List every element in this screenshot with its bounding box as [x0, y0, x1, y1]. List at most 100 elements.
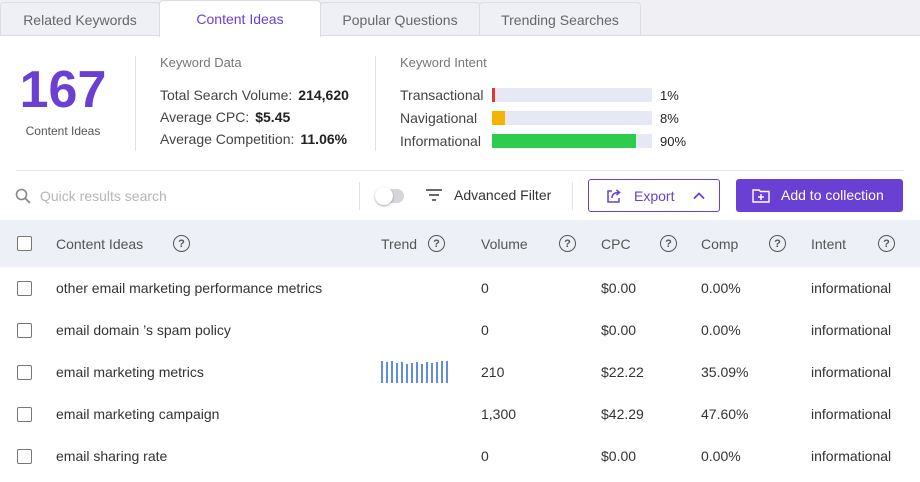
content-panel: 167 Content Ideas Keyword Data Total Sea… [0, 35, 920, 482]
trend-sparkline [381, 361, 448, 383]
intent-transactional-pct: 1% [660, 88, 679, 103]
divider [375, 56, 376, 151]
cpc-cell: $0.00 [601, 448, 637, 464]
tab-related-keywords[interactable]: Related Keywords [0, 2, 160, 36]
help-circle-icon[interactable]: ? [878, 235, 895, 252]
table-row[interactable]: email marketing metrics 210 $22.22 35.09… [0, 351, 920, 393]
intent-navigational-fill [492, 111, 505, 125]
row-checkbox[interactable] [17, 323, 32, 338]
help-circle-icon[interactable]: ? [559, 235, 576, 252]
kd-label: Total Search Volume: [160, 87, 293, 103]
column-comp[interactable]: Comp [701, 220, 738, 267]
divider [135, 56, 136, 151]
tab-trending-searches[interactable]: Trending Searches [479, 2, 641, 36]
cpc-cell: $22.22 [601, 364, 644, 380]
comp-cell: 0.00% [701, 280, 741, 296]
add-to-collection-button[interactable]: Add to collection [736, 179, 903, 212]
column-volume[interactable]: Volume [481, 220, 528, 267]
share-icon [607, 189, 621, 203]
intent-navigational-pct: 8% [660, 111, 679, 126]
content-ideas-count: 167 [19, 61, 107, 119]
toggle-knob [375, 187, 393, 205]
volume-cell: 0 [481, 280, 489, 296]
filter-icon[interactable] [426, 188, 442, 202]
divider [16, 170, 904, 171]
kd-value: 11.06% [300, 131, 348, 147]
intent-cell: informational [811, 364, 892, 380]
cpc-cell: $0.00 [601, 280, 637, 296]
help-circle-icon[interactable]: ? [173, 235, 190, 252]
intent-informational-pct: 90% [660, 134, 687, 149]
table-header: Content Ideas ? Trend ? Volume ? CPC ? C… [0, 220, 920, 267]
quick-search-input[interactable] [40, 182, 340, 210]
column-content-ideas[interactable]: Content Ideas [56, 220, 143, 267]
content-idea-cell[interactable]: email marketing campaign [56, 393, 219, 435]
tab-popular-questions[interactable]: Popular Questions [320, 2, 480, 36]
kd-label: Average Competition: [160, 131, 295, 147]
table-row[interactable]: email marketing campaign 1,300 $42.29 47… [0, 393, 920, 435]
comp-cell: 35.09% [701, 364, 749, 380]
row-checkbox[interactable] [17, 449, 32, 464]
volume-cell: 0 [481, 448, 489, 464]
help-circle-icon[interactable]: ? [660, 235, 677, 252]
intent-cell: informational [811, 280, 892, 296]
trend-bars [381, 361, 448, 383]
intent-navigational-label: Navigational [400, 110, 478, 126]
content-idea-cell[interactable]: email domain ’s spam policy [56, 309, 231, 351]
total-search-volume: Total Search Volume: 214,620 [160, 87, 349, 103]
export-button[interactable]: Export [588, 179, 720, 212]
export-label: Export [634, 188, 675, 204]
intent-transactional-bar [492, 88, 652, 102]
intent-cell: informational [811, 448, 892, 464]
intent-informational-label: Informational [400, 133, 481, 149]
tab-content-ideas[interactable]: Content Ideas [159, 0, 321, 37]
divider [572, 182, 573, 210]
chevron-up-icon [693, 192, 705, 200]
table-row[interactable]: email sharing rate 0 $0.00 0.00% informa… [0, 435, 920, 477]
keyword-data-title: Keyword Data [160, 55, 242, 70]
kd-value: 214,620 [298, 87, 349, 103]
comp-cell: 47.60% [701, 406, 749, 422]
table-row[interactable]: email domain ’s spam policy 0 $0.00 0.00… [0, 309, 920, 351]
column-intent[interactable]: Intent [811, 220, 846, 267]
intent-informational-fill [492, 134, 636, 148]
content-idea-cell[interactable]: email sharing rate [56, 435, 167, 477]
kd-label: Average CPC: [160, 109, 250, 125]
intent-transactional-fill [492, 88, 495, 102]
intent-informational-bar [492, 134, 652, 148]
comp-cell: 0.00% [701, 322, 741, 338]
row-checkbox[interactable] [17, 407, 32, 422]
content-idea-cell[interactable]: other email marketing performance metric… [56, 267, 322, 309]
intent-navigational-bar [492, 111, 652, 125]
help-circle-icon[interactable]: ? [428, 235, 445, 252]
help-circle-icon[interactable]: ? [769, 235, 786, 252]
intent-cell: informational [811, 322, 892, 338]
content-idea-cell[interactable]: email marketing metrics [56, 351, 204, 393]
average-competition: Average Competition: 11.06% [160, 131, 347, 147]
select-all-checkbox[interactable] [17, 236, 32, 251]
tab-bar: Related Keywords Content Ideas Popular Q… [0, 0, 920, 37]
content-ideas-count-label: Content Ideas [25, 124, 101, 138]
column-trend[interactable]: Trend [381, 220, 417, 267]
keyword-intent-title: Keyword Intent [400, 55, 487, 70]
cpc-cell: $42.29 [601, 406, 644, 422]
volume-cell: 1,300 [481, 406, 517, 422]
cpc-cell: $0.00 [601, 322, 637, 338]
volume-cell: 0 [481, 322, 489, 338]
intent-transactional-label: Transactional [400, 87, 484, 103]
volume-cell: 210 [481, 364, 505, 380]
row-checkbox[interactable] [17, 365, 32, 380]
intent-cell: informational [811, 406, 892, 422]
advanced-filter-button[interactable]: Advanced Filter [454, 187, 551, 203]
search-icon [15, 188, 31, 204]
column-cpc[interactable]: CPC [601, 220, 631, 267]
comp-cell: 0.00% [701, 448, 741, 464]
row-checkbox[interactable] [17, 281, 32, 296]
add-to-collection-label: Add to collection [781, 187, 884, 203]
toggle-switch[interactable] [375, 187, 404, 205]
table-row[interactable]: other email marketing performance metric… [0, 267, 920, 309]
average-cpc: Average CPC: $5.45 [160, 109, 290, 125]
kd-value: $5.45 [255, 109, 291, 125]
divider [359, 182, 360, 210]
folder-plus-icon [752, 189, 770, 203]
